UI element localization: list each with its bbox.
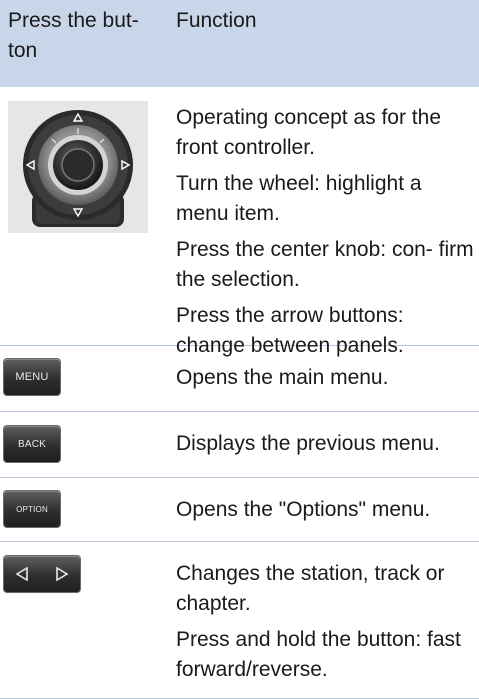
function-paragraph: Press the center knob: con- firm the sel… <box>176 238 474 291</box>
table-header: Press the but- ton Function <box>0 0 479 87</box>
function-paragraph: Changes the station, track or chapter. <box>176 562 445 615</box>
function-paragraph: Press and hold the button: fast forward/… <box>176 628 461 681</box>
function-paragraph: Turn the wheel: highlight a menu item. <box>176 172 422 225</box>
back-button-icon: BACK <box>4 426 60 462</box>
function-paragraph: Opens the main menu. <box>176 366 389 389</box>
menu-button-icon: MENU <box>4 359 60 395</box>
header-press-button: Press the but- ton <box>8 9 139 62</box>
table-row: Changes the station, track or chapter. P… <box>0 542 479 699</box>
controller-image <box>8 101 148 233</box>
table-row: MENU Opens the main menu. <box>0 346 479 412</box>
function-paragraph: Operating concept as for the front contr… <box>176 106 441 159</box>
function-paragraph: Displays the previous menu. <box>176 432 440 455</box>
function-table: Press the but- ton Function Operating co… <box>0 0 479 699</box>
left-right-arrows-icon <box>4 556 80 592</box>
table-row: OPTION Opens the "Options" menu. <box>0 478 479 542</box>
header-function: Function <box>176 9 257 32</box>
option-button-icon: OPTION <box>4 491 60 527</box>
table-row: Operating concept as for the front contr… <box>0 87 479 357</box>
function-paragraph: Opens the "Options" menu. <box>176 498 431 521</box>
table-row: BACK Displays the previous menu. <box>0 412 479 478</box>
function-text: Operating concept as for the front contr… <box>176 103 476 361</box>
controller-icon <box>8 101 148 233</box>
